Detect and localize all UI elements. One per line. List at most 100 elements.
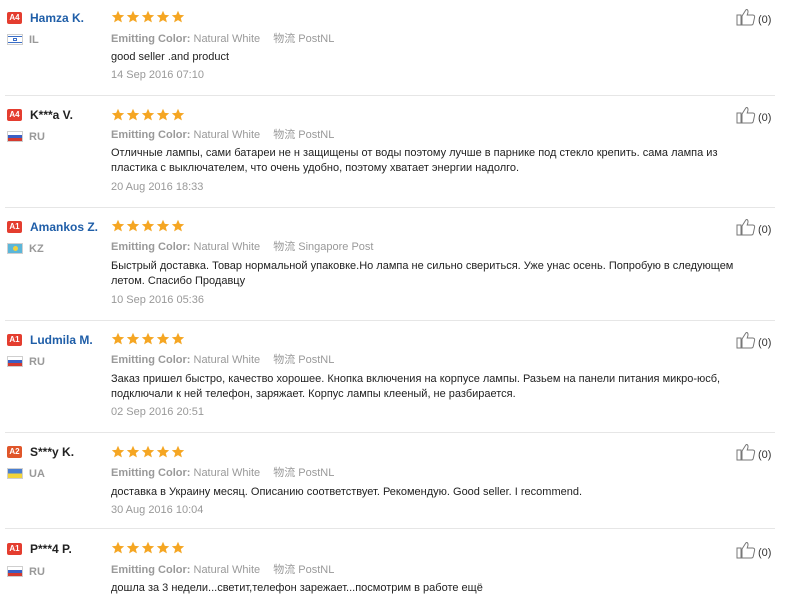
buyer-level-badge: A1 [7, 221, 22, 233]
thumbs-up-icon[interactable] [736, 218, 756, 241]
reviewer-name[interactable]: Ludmila M. [30, 333, 93, 347]
reviewer-name[interactable]: Hamza K. [30, 11, 84, 25]
star-icon [171, 332, 185, 345]
star-icon [126, 219, 140, 232]
star-icon [156, 445, 170, 458]
russia-flag-icon [7, 356, 23, 367]
star-icon [111, 445, 125, 458]
kazakhstan-flag-icon [7, 243, 23, 254]
star-icon [111, 108, 125, 121]
emitting-color-value: Natural White [193, 467, 261, 479]
reviewer-country: RU [29, 131, 45, 143]
shipping-label: 物流 [273, 241, 296, 253]
thumbs-up-icon[interactable] [736, 331, 756, 354]
star-icon [171, 445, 185, 458]
review-date: 10 Sep 2016 05:36 [111, 294, 204, 306]
review-text: good seller .and product [111, 51, 230, 63]
israel-flag-icon [7, 34, 23, 45]
reviewer-country: KZ [29, 243, 44, 255]
star-icon [171, 541, 185, 554]
emitting-color-label: Emitting Color: [111, 354, 191, 366]
reviewer-name[interactable]: P***4 P. [30, 542, 72, 556]
shipping-label: 物流 [273, 564, 296, 576]
star-icon [156, 219, 170, 232]
review-date: 30 Aug 2016 10:04 [111, 504, 204, 516]
emitting-color-value: Natural White [193, 241, 261, 253]
reviewer-country: UA [29, 468, 45, 480]
review-divider [5, 207, 775, 208]
shipping-label: 物流 [273, 467, 296, 479]
emitting-color-value: Natural White [193, 564, 261, 576]
buyer-level-badge: A1 [7, 543, 22, 555]
shipping-label: 物流 [273, 33, 296, 45]
emitting-color-label: Emitting Color: [111, 467, 191, 479]
reviewer-name[interactable]: Amankos Z. [30, 220, 98, 234]
helpful-button[interactable]: (0) [736, 106, 771, 129]
ukraine-flag-icon [7, 468, 23, 479]
shipping-method: PostNL [298, 467, 335, 479]
star-icon [111, 10, 125, 23]
star-icon [156, 108, 170, 121]
shipping-method: PostNL [298, 129, 335, 141]
emitting-color-label: Emitting Color: [111, 129, 191, 141]
review-meta: Emitting Color: Natural White 物流 PostNL [111, 126, 334, 142]
shipping-method: PostNL [298, 564, 335, 576]
thumbs-up-icon[interactable] [736, 8, 756, 31]
star-icon [171, 108, 185, 121]
review-meta: Emitting Color: Natural White 物流 PostNL [111, 30, 334, 46]
buyer-level-badge: A4 [7, 109, 22, 121]
shipping-label: 物流 [273, 129, 296, 141]
thumbs-up-icon[interactable] [736, 541, 756, 564]
star-icon [141, 219, 155, 232]
star-icon [141, 108, 155, 121]
reviewer-country: RU [29, 356, 45, 368]
reviewer-name[interactable]: K***a V. [30, 108, 73, 122]
star-icon [141, 332, 155, 345]
helpful-button[interactable]: (0) [736, 218, 771, 241]
rating-stars [111, 219, 185, 233]
star-icon [126, 10, 140, 23]
review-date: 14 Sep 2016 07:10 [111, 69, 204, 81]
review-divider [5, 528, 775, 529]
emitting-color-label: Emitting Color: [111, 33, 191, 45]
buyer-level-badge: A4 [7, 12, 22, 24]
review-date: 20 Aug 2016 18:33 [111, 181, 204, 193]
star-icon [141, 541, 155, 554]
review-text: Заказ пришел быстро, качество хорошее. К… [111, 373, 721, 400]
helpful-count: (0) [758, 223, 772, 236]
review-divider [5, 432, 775, 433]
review-text: дошла за 3 недели...светит,телефон зареж… [111, 582, 483, 594]
thumbs-up-icon[interactable] [736, 443, 756, 466]
thumbs-up-icon[interactable] [736, 106, 756, 129]
review-meta: Emitting Color: Natural White 物流 PostNL [111, 561, 334, 577]
star-icon [156, 10, 170, 23]
shipping-method: PostNL [298, 354, 335, 366]
helpful-button[interactable]: (0) [736, 443, 771, 466]
buyer-level-badge: A1 [7, 334, 22, 346]
star-icon [156, 541, 170, 554]
rating-stars [111, 108, 185, 122]
russia-flag-icon [7, 566, 23, 577]
helpful-button[interactable]: (0) [736, 541, 771, 564]
star-icon [111, 541, 125, 554]
review-text: доставка в Украину месяц. Описанию соотв… [111, 486, 583, 498]
emitting-color-label: Emitting Color: [111, 241, 191, 253]
review-text: Отличные лампы, сами батареи не н защище… [111, 147, 718, 174]
rating-stars [111, 10, 185, 24]
star-icon [111, 332, 125, 345]
reviewer-name[interactable]: S***y K. [30, 445, 74, 459]
helpful-button[interactable]: (0) [736, 8, 771, 31]
star-icon [126, 445, 140, 458]
rating-stars [111, 445, 185, 459]
review-meta: Emitting Color: Natural White 物流 Singapo… [111, 238, 373, 254]
rating-stars [111, 541, 185, 555]
helpful-button[interactable]: (0) [736, 331, 771, 354]
review-divider [5, 95, 775, 96]
helpful-count: (0) [758, 111, 772, 124]
rating-stars [111, 332, 185, 346]
helpful-count: (0) [758, 13, 772, 26]
emitting-color-value: Natural White [193, 129, 261, 141]
star-icon [171, 10, 185, 23]
star-icon [111, 219, 125, 232]
review-divider [5, 320, 775, 321]
